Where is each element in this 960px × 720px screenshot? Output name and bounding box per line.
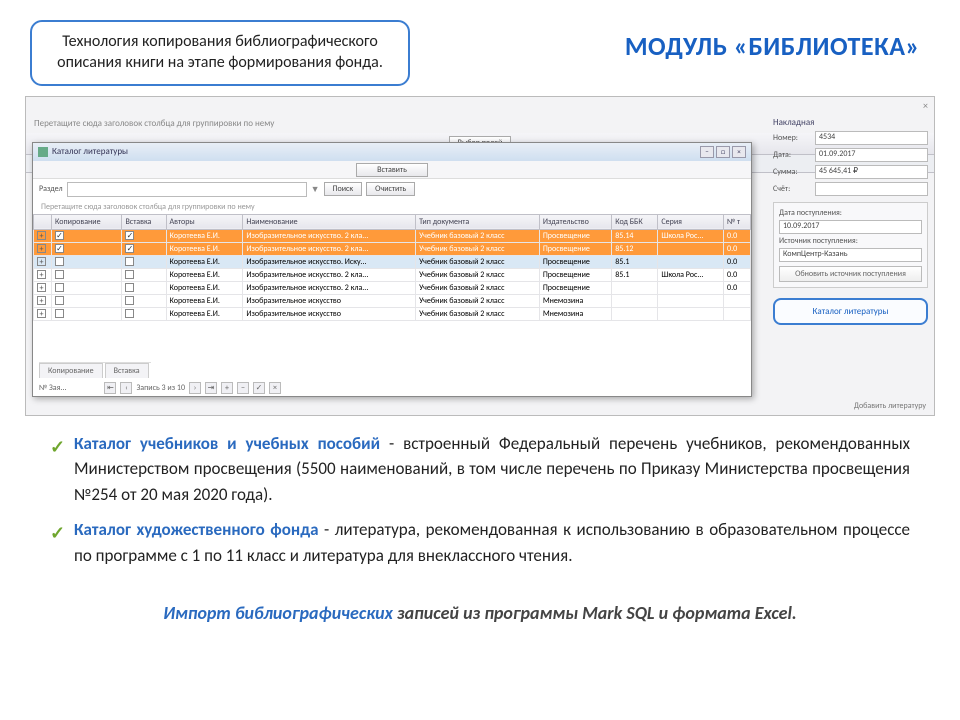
nav-prev-icon[interactable]: ‹ bbox=[120, 382, 132, 394]
nav-cancel-icon[interactable]: × bbox=[269, 382, 281, 394]
nav-add-icon[interactable]: + bbox=[221, 382, 233, 394]
search-label: Раздел bbox=[39, 184, 63, 194]
table-row[interactable]: +Коротеева Е.И.Изобразительное искусство… bbox=[34, 281, 751, 294]
nav-first-icon[interactable]: ⇤ bbox=[104, 382, 116, 394]
rp-recv-date-label: Дата поступления: bbox=[779, 208, 922, 218]
description-block: ✓ Каталог учебников и учебных пособий - … bbox=[0, 416, 960, 589]
rp-account-input[interactable] bbox=[815, 182, 928, 196]
insert-button[interactable]: Вставить bbox=[356, 163, 428, 177]
item2-title: Каталог художественного фонда bbox=[74, 519, 319, 540]
clear-button[interactable]: Очистить bbox=[366, 182, 415, 196]
table-row[interactable]: +Коротеева Е.И.Изобразительное искусство… bbox=[34, 242, 751, 255]
nav-last-icon[interactable]: ⇥ bbox=[205, 382, 217, 394]
rp-account-label: Счёт: bbox=[773, 184, 815, 194]
callout-box: Технология копирования библиографическог… bbox=[30, 20, 410, 86]
pager-text: Запись 3 из 10 bbox=[136, 383, 185, 393]
table-header[interactable]: Издательство bbox=[539, 214, 611, 229]
catalog-dialog: Каталог литературы – □ × Вставить Раздел… bbox=[32, 142, 752, 397]
bottom-tab[interactable]: Вставка bbox=[105, 363, 149, 378]
page-title: МОДУЛЬ «БИБЛИОТЕКА» bbox=[410, 20, 930, 62]
rp-number-input[interactable]: 4534 bbox=[815, 131, 928, 145]
rp-source-input[interactable]: КомпЦентр-Казань bbox=[779, 248, 922, 262]
check-icon: ✓ bbox=[50, 434, 65, 461]
rp-sum-input[interactable]: 45 645,41 ₽ bbox=[815, 165, 928, 179]
nav-del-icon[interactable]: − bbox=[237, 382, 249, 394]
rp-refresh-button[interactable]: Обновить источник поступления bbox=[779, 266, 922, 282]
catalog-icon bbox=[38, 147, 48, 157]
catalog-button-highlight[interactable]: Каталог литературы bbox=[773, 298, 928, 325]
footer-left: № Зая... bbox=[39, 383, 66, 393]
list-item: ✓ Каталог учебников и учебных пособий - … bbox=[50, 431, 910, 508]
table-header[interactable]: Авторы bbox=[166, 214, 243, 229]
table-header[interactable]: Копирование bbox=[52, 214, 122, 229]
close-icon[interactable]: × bbox=[923, 99, 928, 112]
table-header[interactable]: Наименование bbox=[243, 214, 416, 229]
nav-ok-icon[interactable]: ✓ bbox=[253, 382, 265, 394]
table-header[interactable]: Код ББК bbox=[612, 214, 658, 229]
rp-recv-date-input[interactable]: 10.09.2017 bbox=[779, 220, 922, 234]
list-item: ✓ Каталог художественного фонда - литера… bbox=[50, 517, 910, 568]
table-header[interactable]: Серия bbox=[658, 214, 724, 229]
catalog-table[interactable]: КопированиеВставкаАвторыНаименованиеТип … bbox=[33, 214, 751, 321]
right-panel: Накладная Номер:4534 Дата:01.09.2017 Сум… bbox=[773, 117, 928, 325]
item1-title: Каталог учебников и учебных пособий bbox=[74, 433, 380, 454]
table-row[interactable]: +Коротеева Е.И.Изобразительное искусство… bbox=[34, 268, 751, 281]
table-header[interactable]: № т bbox=[724, 214, 751, 229]
table-row[interactable]: +Коротеева Е.И.Изобразительное искусство… bbox=[34, 307, 751, 320]
rp-number-label: Номер: bbox=[773, 133, 815, 143]
table-group-hint: Перетащите сюда заголовок столбца для гр… bbox=[33, 200, 751, 214]
rp-source-label: Источник поступления: bbox=[779, 236, 922, 246]
close-icon[interactable]: × bbox=[732, 146, 746, 158]
bottom-tab[interactable]: Копирование bbox=[39, 363, 103, 378]
rp-date-input[interactable]: 01.09.2017 bbox=[815, 148, 928, 162]
table-row[interactable]: +Коротеева Е.И.Изобразительное искусство… bbox=[34, 229, 751, 242]
minimize-icon[interactable]: – bbox=[700, 146, 714, 158]
add-literature-link[interactable]: Добавить литературу bbox=[854, 401, 926, 411]
rp-sum-label: Сумма: bbox=[773, 167, 815, 177]
footer-text: Импорт библиографических записей из прог… bbox=[0, 588, 960, 624]
rp-date-label: Дата: bbox=[773, 150, 815, 160]
search-button[interactable]: Поиск bbox=[324, 182, 363, 196]
table-row[interactable]: +Коротеева Е.И.Изобразительное искусство… bbox=[34, 255, 751, 268]
table-row[interactable]: +Коротеева Е.И.Изобразительное искусство… bbox=[34, 294, 751, 307]
catalog-dialog-title: Каталог литературы bbox=[52, 146, 128, 157]
screenshot-mock: × Перетащите сюда заголовок столбца для … bbox=[25, 96, 935, 416]
rp-section-title: Накладная bbox=[773, 117, 928, 128]
table-header[interactable]: Тип документа bbox=[416, 214, 540, 229]
check-icon: ✓ bbox=[50, 520, 65, 547]
table-header[interactable]: Вставка bbox=[122, 214, 166, 229]
nav-next-icon[interactable]: › bbox=[189, 382, 201, 394]
maximize-icon[interactable]: □ bbox=[716, 146, 730, 158]
section-select[interactable] bbox=[67, 182, 307, 197]
